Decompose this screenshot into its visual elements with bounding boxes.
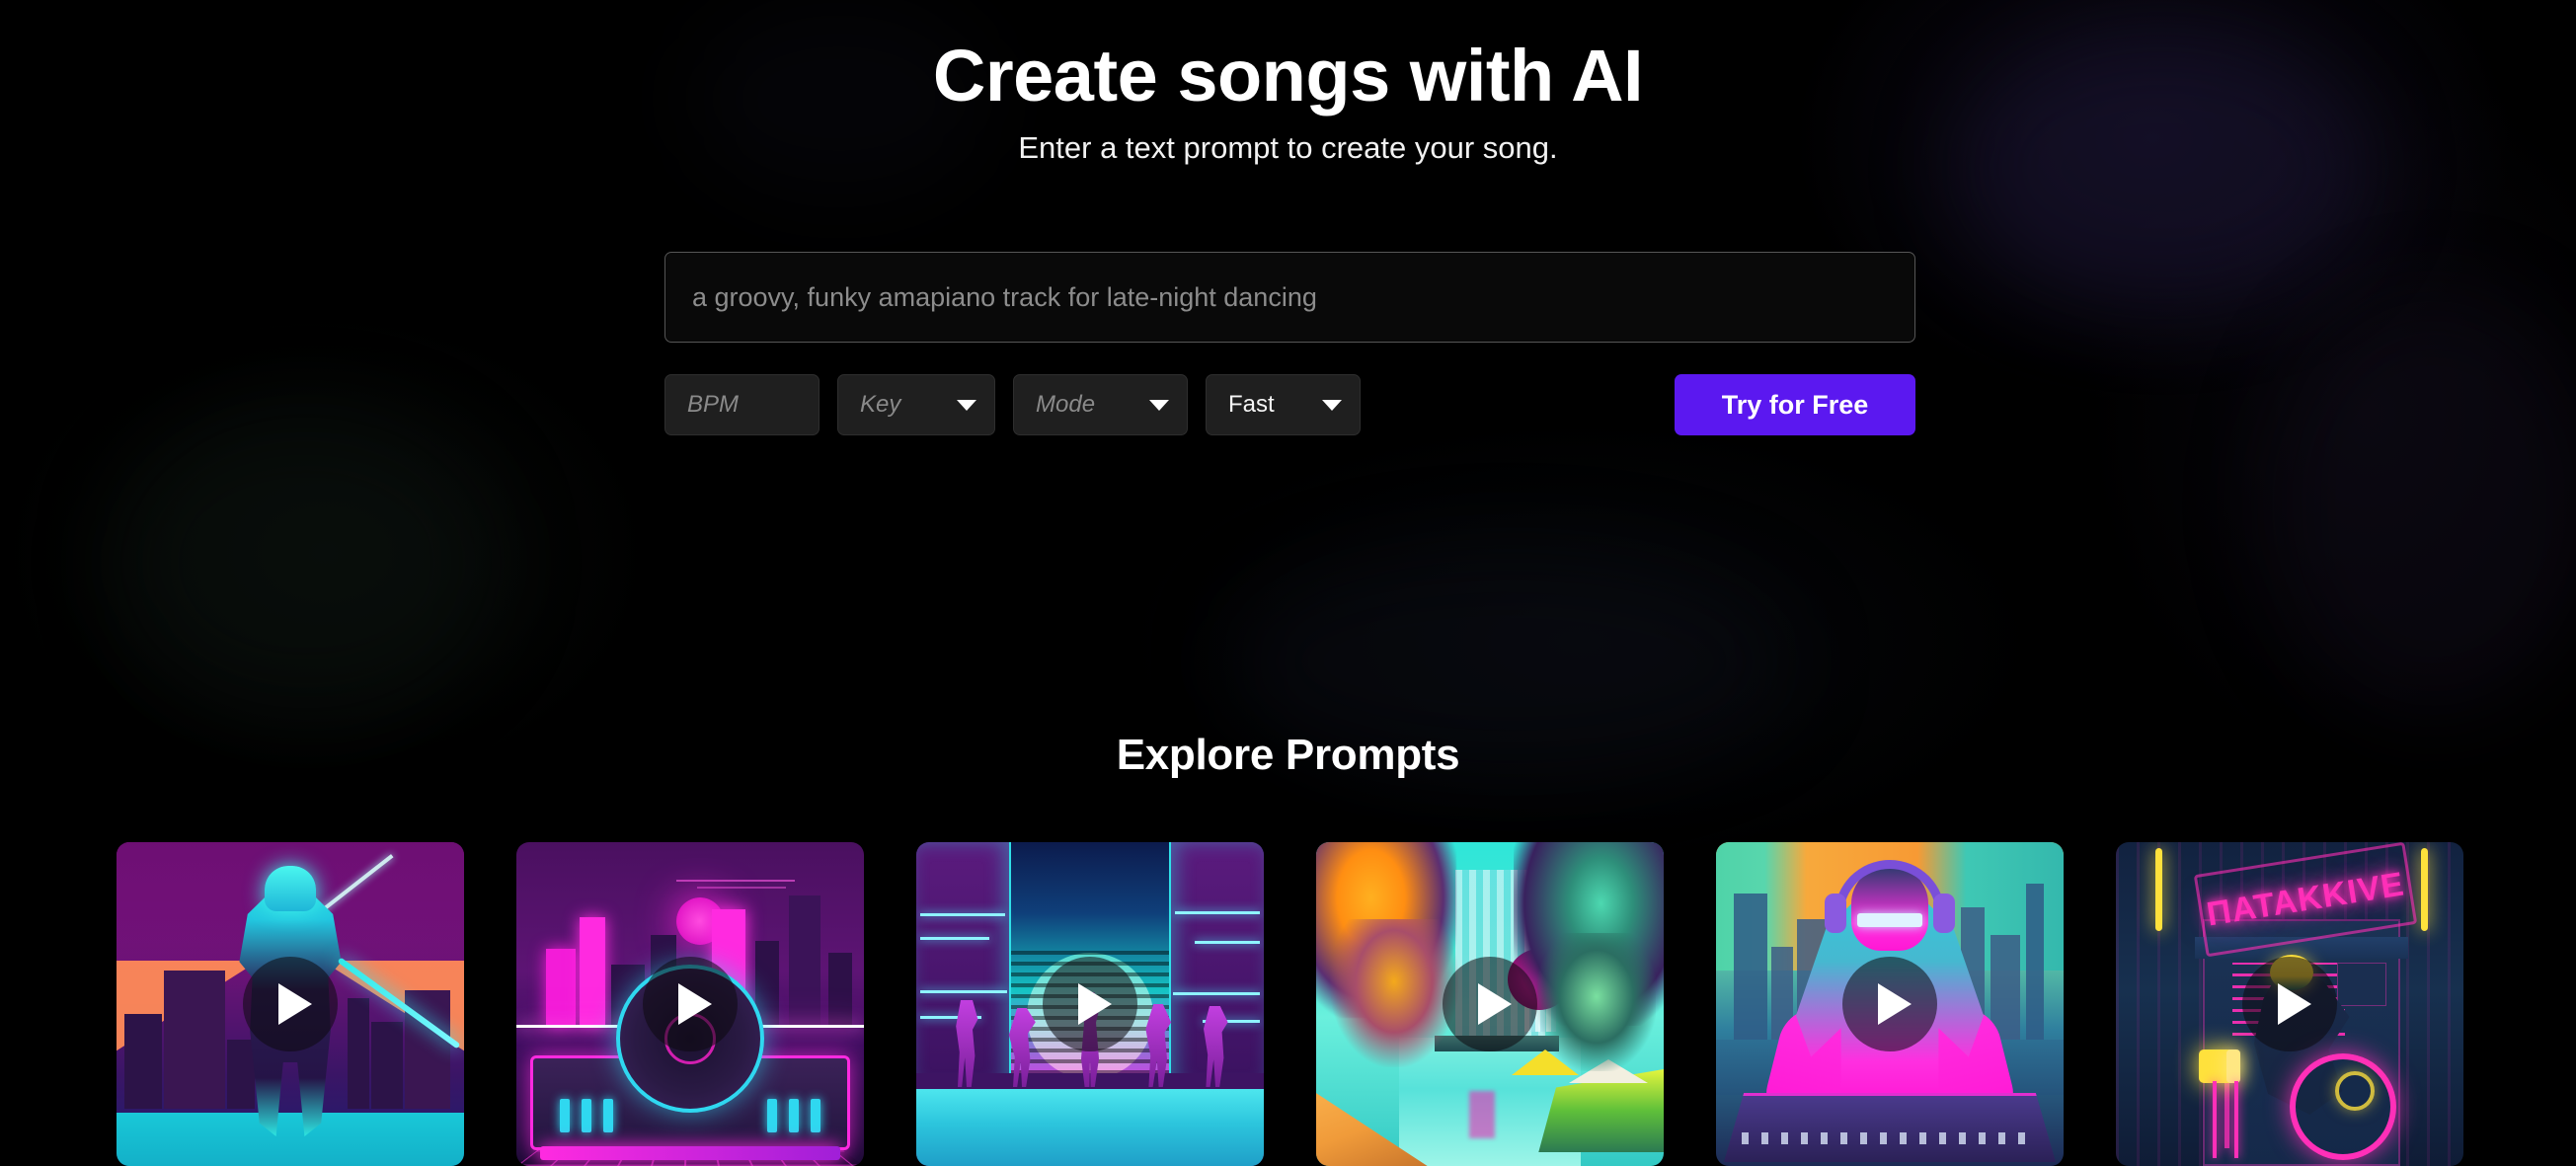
play-icon[interactable] bbox=[1842, 957, 1937, 1051]
page-title: Create songs with AI bbox=[932, 35, 1644, 117]
explore-card-dj-headphones[interactable] bbox=[1716, 842, 2064, 1166]
prompt-area: a groovy, funky amapiano track for late-… bbox=[664, 252, 1915, 343]
chevron-down-icon bbox=[1322, 399, 1342, 411]
controls-row: BPM Key Mode Fast Try for Free bbox=[664, 374, 1915, 435]
background-glow-4 bbox=[2271, 296, 2576, 711]
play-icon[interactable] bbox=[1043, 957, 1137, 1051]
hero-section: Create songs with AI Enter a text prompt… bbox=[0, 35, 2576, 166]
play-icon[interactable] bbox=[643, 957, 738, 1051]
chevron-down-icon bbox=[957, 399, 976, 411]
explore-title: Explore Prompts bbox=[1116, 731, 1460, 779]
page-root: Create songs with AI Enter a text prompt… bbox=[0, 0, 2576, 1166]
page-subtitle: Enter a text prompt to create your song. bbox=[1018, 130, 1558, 166]
play-icon[interactable] bbox=[2242, 957, 2337, 1051]
speed-value: Fast bbox=[1228, 391, 1275, 418]
bpm-placeholder: BPM bbox=[687, 391, 740, 418]
prompt-input[interactable]: a groovy, funky amapiano track for late-… bbox=[664, 252, 1915, 343]
mode-placeholder: Mode bbox=[1036, 391, 1096, 418]
key-dropdown[interactable]: Key bbox=[837, 374, 995, 435]
key-placeholder: Key bbox=[860, 391, 901, 418]
speed-dropdown[interactable]: Fast bbox=[1206, 374, 1361, 435]
play-icon[interactable] bbox=[1443, 957, 1537, 1051]
explore-section-header: Explore Prompts bbox=[0, 731, 2576, 780]
explore-card-tropical-canal[interactable] bbox=[1316, 842, 1664, 1166]
prompt-input-text: a groovy, funky amapiano track for late-… bbox=[692, 281, 1317, 312]
background-glow-2 bbox=[118, 415, 494, 711]
explore-card-synthwave-turntable[interactable] bbox=[516, 842, 864, 1166]
mode-dropdown[interactable]: Mode bbox=[1013, 374, 1188, 435]
play-icon[interactable] bbox=[243, 957, 338, 1051]
explore-card-list: ΠΑΤΑΚΚΙVΕ bbox=[117, 842, 2463, 1166]
chevron-down-icon bbox=[1149, 399, 1169, 411]
explore-card-neon-sign-bike[interactable]: ΠΑΤΑΚΚΙVΕ bbox=[2116, 842, 2463, 1166]
try-for-free-button[interactable]: Try for Free bbox=[1675, 374, 1915, 435]
explore-card-neon-dancers[interactable] bbox=[916, 842, 1264, 1166]
bpm-input[interactable]: BPM bbox=[664, 374, 820, 435]
explore-card-cyber-samurai[interactable] bbox=[117, 842, 464, 1166]
